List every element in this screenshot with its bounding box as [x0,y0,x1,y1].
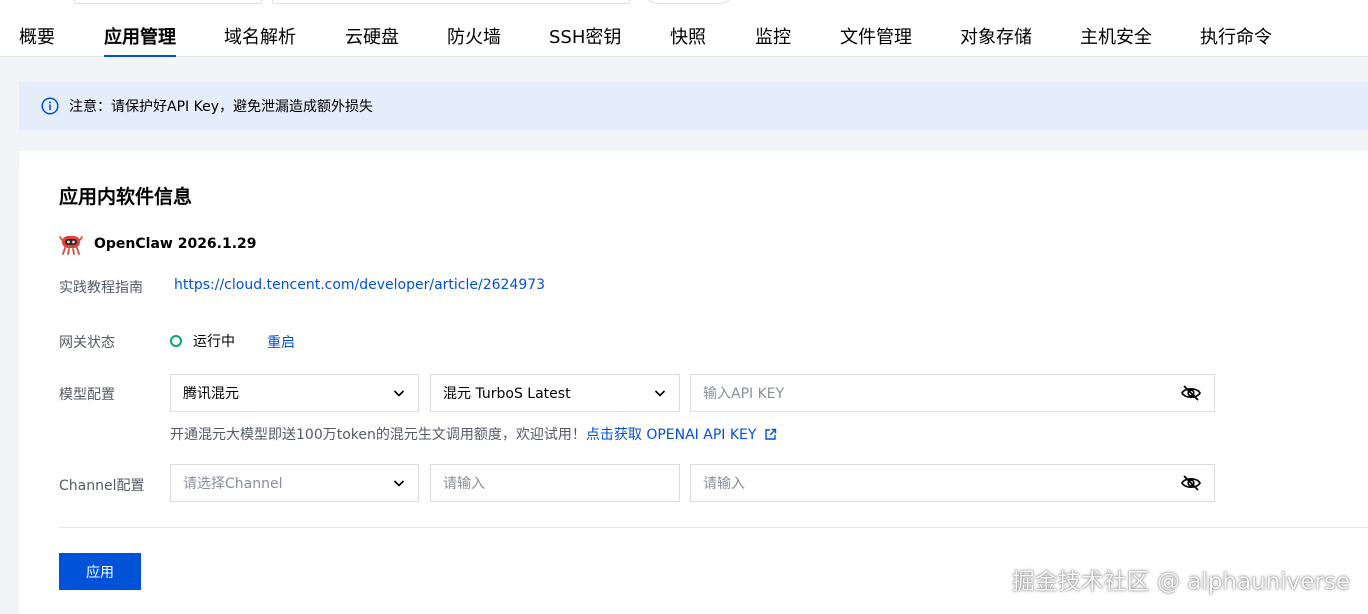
gateway-status: 运行中 [170,331,235,351]
tab-host-security[interactable]: 主机安全 [1080,24,1152,57]
tab-run-command[interactable]: 执行命令 [1200,24,1272,57]
tab-app-management[interactable]: 应用管理 [104,24,176,57]
provider-select[interactable]: 腾讯混元 [170,374,419,412]
channel-input-2[interactable]: 请输入 [690,464,1215,502]
guide-label: 实践教程指南 [59,280,143,296]
get-api-key-link[interactable]: 点击获取 OPENAI API KEY [586,427,777,443]
eye-off-icon[interactable] [1180,384,1202,402]
hint-text: 开通混元大模型即送100万token的混元生文调用额度，欢迎试用！ [170,427,586,443]
instance-info [272,0,630,4]
model-hint: 开通混元大模型即送100万token的混元生文调用额度，欢迎试用！点击获取 OP… [170,424,777,444]
watermark: 掘金技术社区 @ alphauniverse [1011,569,1350,595]
api-key-notice: 注意：请保护好API Key，避免泄漏造成额外损失 [19,82,1368,130]
provider-value: 腾讯混元 [183,386,239,402]
divider [59,527,1368,528]
eye-off-icon[interactable] [1180,474,1202,492]
guide-link[interactable]: https://cloud.tencent.com/developer/arti… [174,277,545,293]
api-key-placeholder: 输入API KEY [703,386,785,402]
channel-label: Channel配置 [59,478,145,494]
channel-input-1-placeholder: 请输入 [443,476,485,492]
tab-overview[interactable]: 概要 [19,24,55,57]
info-icon [41,97,59,115]
app-header: OpenClaw 2026.1.29 [59,232,257,256]
tab-dns[interactable]: 域名解析 [224,24,296,57]
region-select[interactable] [74,0,262,4]
tab-object-storage[interactable]: 对象存储 [960,24,1032,57]
tab-cloud-disk[interactable]: 云硬盘 [345,24,399,57]
chevron-down-icon [393,480,405,487]
app-name: OpenClaw 2026.1.29 [94,236,257,252]
chevron-down-icon [393,390,405,397]
channel-select[interactable]: 请选择Channel [170,464,419,502]
get-api-key-link-label: 点击获取 OPENAI API KEY [585,427,757,443]
header-action-button[interactable] [642,0,736,4]
tab-firewall[interactable]: 防火墙 [447,24,501,57]
software-info-card: 应用内软件信息 OpenClaw 2026.1.29 实践教程指南 https:… [19,151,1368,614]
notice-text: 注意：请保护好API Key，避免泄漏造成额外损失 [69,99,373,115]
external-link-icon [765,428,777,440]
card-title: 应用内软件信息 [59,186,193,208]
tab-ssh-keys[interactable]: SSH密钥 [549,24,621,57]
model-select[interactable]: 混元 TurboS Latest [430,374,680,412]
model-value: 混元 TurboS Latest [443,386,571,402]
channel-input-2-placeholder: 请输入 [703,476,745,492]
top-navigation: 概要 应用管理 域名解析 云硬盘 防火墙 SSH密钥 快照 监控 文件管理 对象… [0,0,1368,57]
apply-button[interactable]: 应用 [59,553,141,590]
api-key-input[interactable]: 输入API KEY [690,374,1215,412]
channel-select-placeholder: 请选择Channel [183,476,283,492]
tab-snapshots[interactable]: 快照 [670,24,706,57]
channel-input-1[interactable]: 请输入 [430,464,680,502]
openclaw-logo-icon [59,236,83,255]
chevron-down-icon [654,390,666,397]
status-dot-icon [170,335,182,347]
tab-bar: 概要 应用管理 域名解析 云硬盘 防火墙 SSH密钥 快照 监控 文件管理 对象… [0,24,1368,57]
tab-monitoring[interactable]: 监控 [755,24,791,57]
status-text: 运行中 [193,334,235,350]
gateway-label: 网关状态 [59,335,115,351]
model-label: 模型配置 [59,387,115,403]
restart-link[interactable]: 重启 [267,332,295,352]
tab-file-management[interactable]: 文件管理 [840,24,912,57]
